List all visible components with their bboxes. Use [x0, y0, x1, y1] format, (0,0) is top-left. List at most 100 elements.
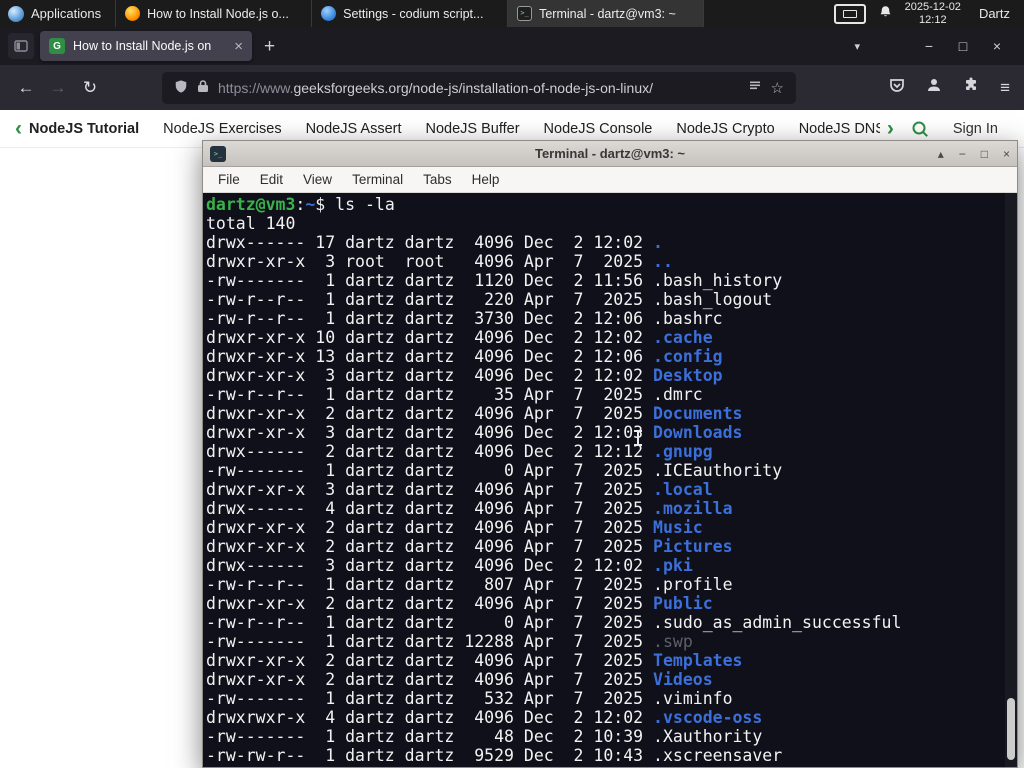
menu-help[interactable]: Help	[462, 172, 510, 187]
ls-row-name: Music	[653, 518, 703, 537]
panel-tray: 2025-12-02 12:12 Dartz	[833, 0, 1024, 27]
browser-minimize-icon[interactable]: −	[912, 38, 946, 54]
browser-tab-bar: G How to Install Node.js on × + ▾ − □ ×	[0, 27, 1024, 65]
ls-row: -rw------- 1 dartz dartz 48 Dec 2 10:39 …	[206, 727, 1017, 746]
nav-link[interactable]: NodeJS Assert	[306, 121, 402, 137]
clock[interactable]: 2025-12-02 12:12	[905, 1, 961, 26]
forward-icon[interactable]: →	[42, 73, 74, 103]
ls-row-name: .swp	[653, 632, 693, 651]
ls-row: drwx------ 2 dartz dartz 4096 Dec 2 12:1…	[206, 442, 1017, 461]
browser-tab[interactable]: G How to Install Node.js on ×	[40, 31, 252, 61]
browser-toolbar: ← → ↻ https://www.geeksforgeeks.org/node…	[0, 65, 1024, 110]
ls-row-meta: -rw-r--r-- 1 dartz dartz 35 Apr 7 2025	[206, 385, 654, 404]
terminal-content[interactable]: dartz@vm3:~$ ls -la total 140 drwx------…	[203, 193, 1017, 767]
back-icon[interactable]: ←	[10, 73, 42, 103]
ls-row: -rw------- 1 dartz dartz 0 Apr 7 2025 .I…	[206, 461, 1017, 480]
taskbar-item[interactable]: How to Install Node.js o...	[116, 0, 313, 27]
ls-row-meta: -rw-r--r-- 1 dartz dartz 220 Apr 7 2025	[206, 290, 654, 309]
tray-screen-icon[interactable]	[833, 3, 866, 24]
applications-menu[interactable]: Applications	[0, 0, 117, 27]
ls-row-name: .viminfo	[653, 689, 733, 708]
nav-link[interactable]: NodeJS Buffer	[426, 121, 520, 137]
nav-link[interactable]: NodeJS Tutorial	[29, 121, 139, 137]
firefox-view-icon[interactable]	[8, 33, 34, 59]
settings-icon	[321, 6, 337, 21]
nav-link[interactable]: NodeJS Console	[544, 121, 653, 137]
ls-row-meta: drwxr-xr-x 2 dartz dartz 4096 Apr 7 2025	[206, 537, 654, 556]
user-menu[interactable]: Dartz	[973, 6, 1016, 21]
lock-icon[interactable]	[197, 79, 209, 96]
terminal-rollup-icon[interactable]: ▴	[938, 148, 944, 160]
ls-row-meta: -rw------- 1 dartz dartz 532 Apr 7 2025	[206, 689, 654, 708]
clock-time: 12:12	[919, 13, 947, 26]
menu-view[interactable]: View	[293, 172, 342, 187]
clock-date: 2025-12-02	[904, 1, 961, 13]
terminal-scrollbar[interactable]	[1005, 193, 1017, 767]
ls-row: -rw------- 1 dartz dartz 12288 Apr 7 202…	[206, 632, 1017, 651]
reload-icon[interactable]: ↻	[74, 73, 106, 103]
bookmark-star-icon[interactable]: ☆	[771, 79, 784, 97]
extensions-icon[interactable]	[963, 77, 979, 98]
applications-icon	[8, 5, 24, 22]
ls-row-meta: drwxr-xr-x 2 dartz dartz 4096 Apr 7 2025	[206, 404, 654, 423]
ls-row: drwx------ 3 dartz dartz 4096 Dec 2 12:0…	[206, 556, 1017, 575]
ls-output: drwx------ 17 dartz dartz 4096 Dec 2 12:…	[206, 233, 1017, 765]
ls-row: drwxr-xr-x 3 root root 4096 Apr 7 2025 .…	[206, 252, 1017, 271]
ls-row-name: .bash_history	[653, 271, 783, 290]
ls-row: drwxr-xr-x 2 dartz dartz 4096 Apr 7 2025…	[206, 670, 1017, 689]
menu-file[interactable]: File	[208, 172, 250, 187]
ls-row-meta: drwxr-xr-x 10 dartz dartz 4096 Dec 2 12:…	[206, 328, 654, 347]
taskbar-item[interactable]: Settings - codium script...	[312, 0, 509, 27]
reader-view-icon[interactable]	[748, 79, 762, 96]
new-tab-button[interactable]: +	[264, 37, 275, 56]
menu-terminal[interactable]: Terminal	[342, 172, 413, 187]
ls-row-name: .gnupg	[653, 442, 713, 461]
list-all-tabs-icon[interactable]: ▾	[854, 40, 860, 53]
ls-row: drwxr-xr-x 2 dartz dartz 4096 Apr 7 2025…	[206, 594, 1017, 613]
shield-icon[interactable]	[174, 79, 188, 97]
terminal-minimize-icon[interactable]: −	[959, 148, 966, 160]
ls-row-name: Templates	[653, 651, 743, 670]
taskbar-item-label: Settings - codium script...	[343, 6, 484, 21]
notification-bell-icon[interactable]	[878, 5, 893, 23]
ls-row-name: .pki	[653, 556, 693, 575]
ls-row: drwxr-xr-x 13 dartz dartz 4096 Dec 2 12:…	[206, 347, 1017, 366]
menu-tabs[interactable]: Tabs	[413, 172, 462, 187]
terminal-maximize-icon[interactable]: □	[981, 148, 988, 160]
scrollbar-thumb[interactable]	[1007, 698, 1015, 760]
terminal-close-icon[interactable]: ×	[1003, 148, 1010, 160]
firefox-icon	[125, 6, 141, 21]
prompt-dollar: $	[315, 195, 336, 214]
nav-scroll-left-icon[interactable]: ‹	[8, 118, 29, 139]
nav-link[interactable]: NodeJS Crypto	[676, 121, 774, 137]
pocket-icon[interactable]	[889, 77, 905, 98]
browser-close-icon[interactable]: ×	[980, 38, 1014, 54]
ls-row-meta: drwxr-xr-x 3 root root 4096 Apr 7 2025	[206, 252, 654, 271]
hamburger-menu-icon[interactable]: ≡	[1000, 78, 1010, 98]
sign-in-link[interactable]: Sign In	[953, 121, 998, 137]
ls-row-meta: -rw-rw-r-- 1 dartz dartz 9529 Dec 2 10:4…	[206, 746, 654, 765]
taskbar-item[interactable]: >_ Terminal - dartz@vm3: ~	[508, 0, 705, 27]
nav-link[interactable]: NodeJS DNS	[799, 121, 880, 137]
prompt-colon: :	[295, 195, 306, 214]
ls-row-name: Public	[653, 594, 713, 613]
applications-label: Applications	[31, 6, 102, 21]
nav-scroll-right-icon[interactable]: ›	[880, 118, 901, 139]
ls-row-meta: drwx------ 17 dartz dartz 4096 Dec 2 12:…	[206, 233, 654, 252]
search-icon[interactable]	[901, 120, 939, 138]
ls-row-name: .Xauthority	[653, 727, 763, 746]
ls-row-name: .cache	[653, 328, 713, 347]
ls-row-meta: -rw-r--r-- 1 dartz dartz 0 Apr 7 2025	[206, 613, 654, 632]
gfg-favicon: G	[49, 38, 65, 54]
tab-close-icon[interactable]: ×	[234, 39, 243, 54]
ls-row: drwx------ 17 dartz dartz 4096 Dec 2 12:…	[206, 233, 1017, 252]
terminal-titlebar[interactable]: >_ Terminal - dartz@vm3: ~ ▴ − □ ×	[203, 141, 1017, 167]
nav-link[interactable]: NodeJS Exercises	[163, 121, 281, 137]
account-icon[interactable]	[926, 77, 942, 98]
menu-edit[interactable]: Edit	[250, 172, 293, 187]
browser-maximize-icon[interactable]: □	[946, 38, 980, 54]
ls-row-meta: drwx------ 4 dartz dartz 4096 Apr 7 2025	[206, 499, 654, 518]
ls-row-name: Desktop	[653, 366, 723, 385]
url-bar[interactable]: https://www.geeksforgeeks.org/node-js/in…	[162, 71, 796, 104]
ls-row: drwxr-xr-x 3 dartz dartz 4096 Dec 2 12:0…	[206, 423, 1017, 442]
